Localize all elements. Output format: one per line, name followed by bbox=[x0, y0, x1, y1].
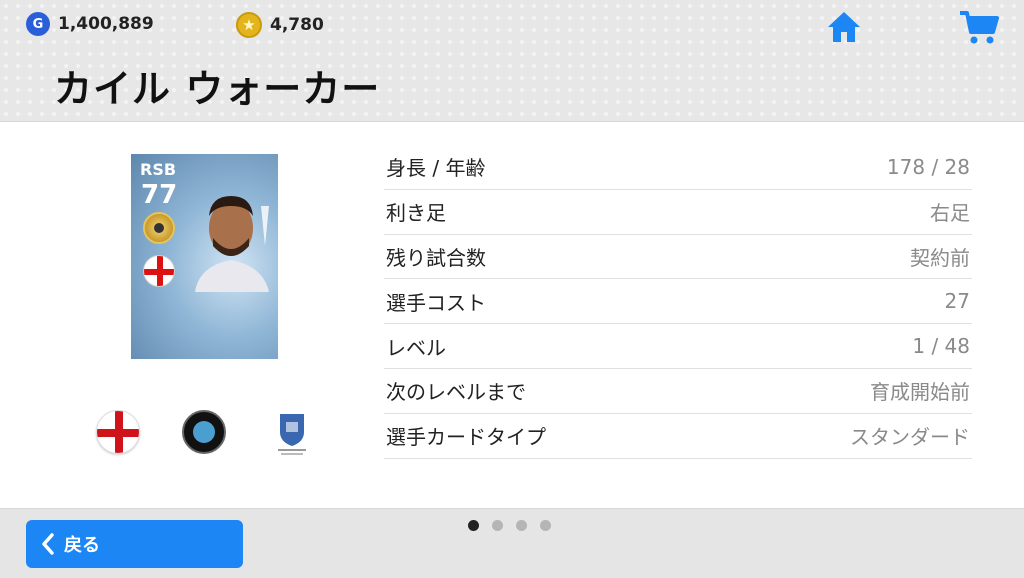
coin-balance: ★ 4,780 bbox=[236, 12, 324, 38]
info-row-remaining-matches: 残り試合数 契約前 bbox=[384, 235, 972, 280]
player-info-table: 身長 / 年齢 178 / 28 利き足 右足 残り試合数 契約前 選手コスト … bbox=[384, 145, 972, 459]
info-value: スタンダード bbox=[850, 425, 970, 450]
info-value: 育成開始前 bbox=[870, 380, 970, 405]
page-dot[interactable] bbox=[540, 520, 551, 531]
header-bar: G 1,400,889 ★ 4,780 カイル ウォーカー bbox=[0, 0, 1024, 122]
card-position: RSB bbox=[140, 160, 177, 179]
page-dot[interactable] bbox=[516, 520, 527, 531]
gp-amount: 1,400,889 bbox=[58, 14, 154, 34]
info-value: 27 bbox=[944, 289, 970, 314]
cart-icon bbox=[960, 11, 999, 44]
league-logo-icon[interactable] bbox=[274, 410, 310, 456]
info-label: 選手カードタイプ bbox=[386, 425, 546, 450]
back-button[interactable]: 戻る bbox=[26, 520, 243, 568]
info-value: 1 / 48 bbox=[912, 334, 970, 359]
home-button[interactable] bbox=[826, 10, 862, 44]
player-portrait bbox=[195, 196, 269, 292]
info-row-next-level: 次のレベルまで 育成開始前 bbox=[384, 369, 972, 414]
info-label: 次のレベルまで bbox=[386, 380, 526, 405]
card-rating: 77 bbox=[141, 180, 178, 210]
player-card[interactable]: RSB 77 bbox=[131, 154, 278, 359]
page-indicator bbox=[468, 520, 551, 531]
chevron-left-icon bbox=[42, 533, 54, 555]
info-label: レベル bbox=[386, 335, 446, 360]
info-label: 選手コスト bbox=[386, 290, 486, 315]
info-row-height-age: 身長 / 年齢 178 / 28 bbox=[384, 145, 972, 190]
card-flag-icon bbox=[143, 255, 175, 287]
page-dot-active[interactable] bbox=[468, 520, 479, 531]
back-label: 戻る bbox=[64, 535, 100, 556]
home-icon bbox=[828, 12, 860, 42]
gp-balance: G 1,400,889 bbox=[26, 12, 154, 36]
shop-cart-button[interactable] bbox=[958, 10, 1000, 46]
gp-icon: G bbox=[26, 12, 50, 36]
info-row-level: レベル 1 / 48 bbox=[384, 324, 972, 369]
info-label: 利き足 bbox=[386, 201, 446, 226]
info-row-card-type: 選手カードタイプ スタンダード bbox=[384, 414, 972, 459]
info-row-player-cost: 選手コスト 27 bbox=[384, 279, 972, 325]
info-value: 右足 bbox=[930, 201, 970, 226]
info-value: 契約前 bbox=[910, 245, 970, 270]
info-row-foot: 利き足 右足 bbox=[384, 190, 972, 235]
card-badge-icon bbox=[143, 212, 175, 244]
info-value: 178 / 28 bbox=[886, 154, 970, 179]
page-title: カイル ウォーカー bbox=[54, 67, 381, 111]
page-dot[interactable] bbox=[492, 520, 503, 531]
club-crest-icon[interactable] bbox=[182, 410, 226, 454]
coin-amount: 4,780 bbox=[270, 15, 324, 35]
info-label: 身長 / 年齢 bbox=[386, 156, 486, 181]
coin-icon: ★ bbox=[236, 12, 262, 38]
info-label: 残り試合数 bbox=[386, 245, 486, 270]
nationality-flag-icon[interactable] bbox=[96, 410, 140, 454]
